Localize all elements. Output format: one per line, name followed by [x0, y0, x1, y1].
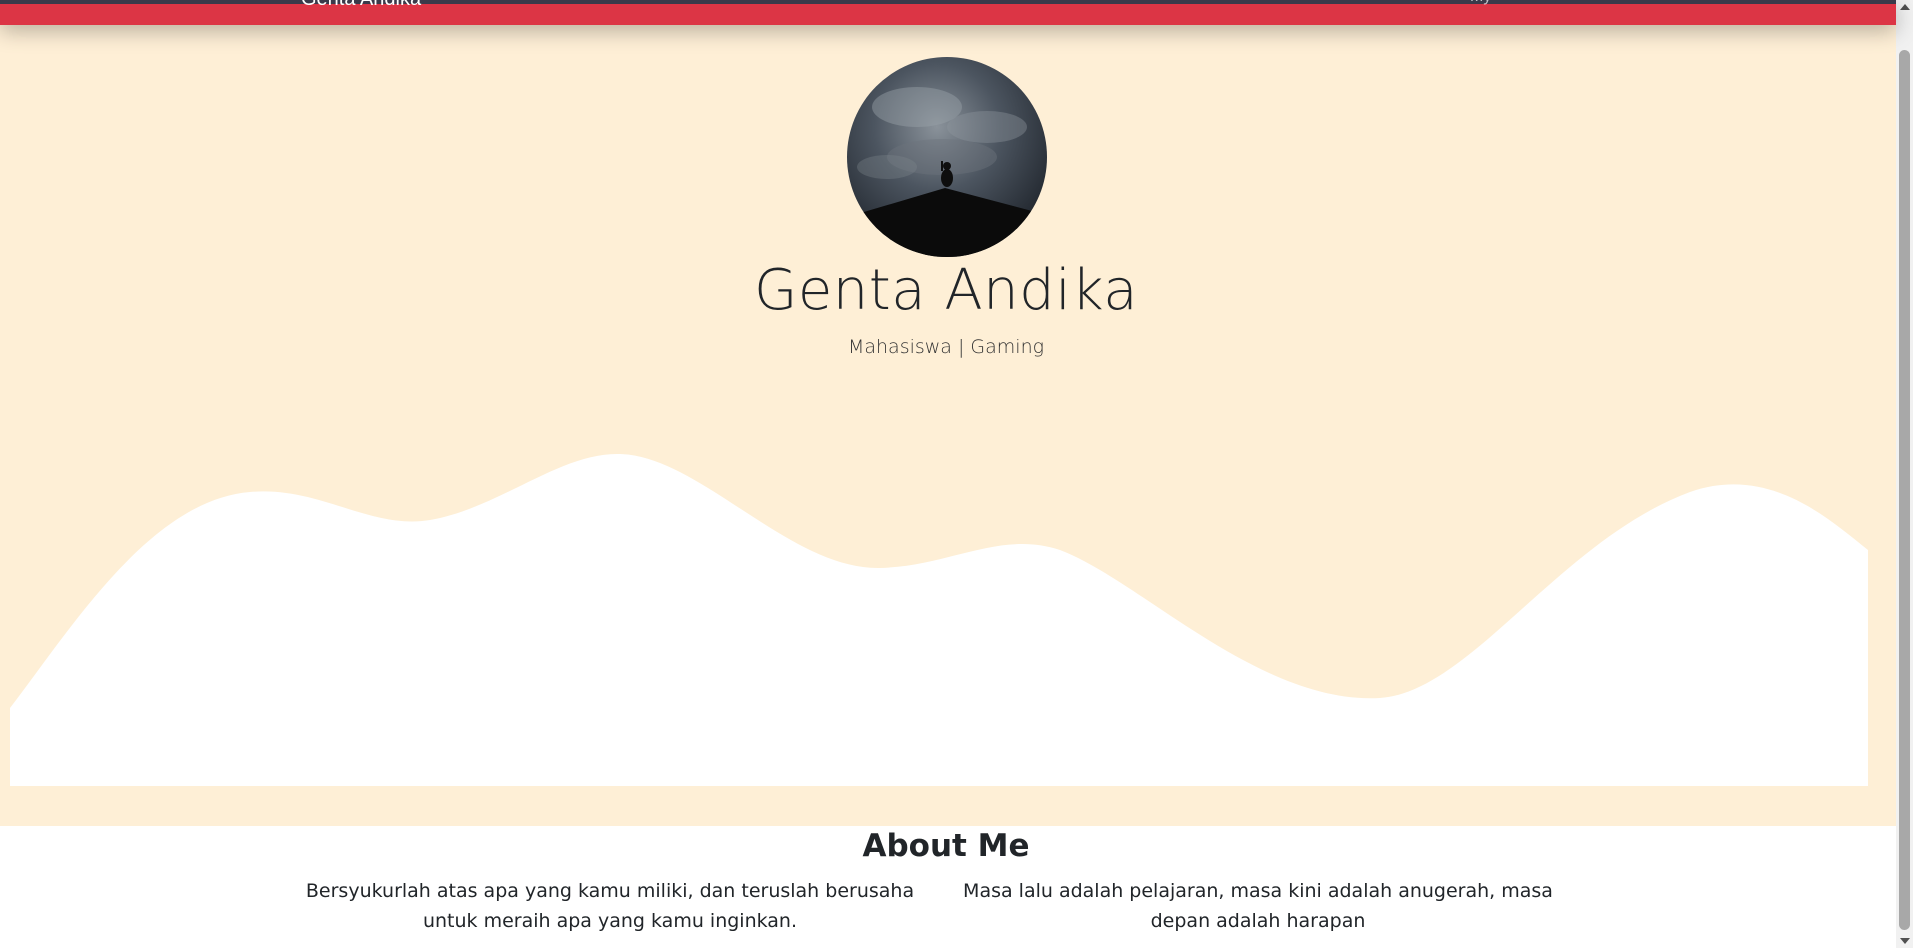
hero-subtitle: Mahasiswa | Gaming [847, 336, 1045, 358]
scrollbar-thumb[interactable] [1899, 50, 1910, 930]
page: Genta Andika Mahasiswa | Gaming Genta An… [0, 0, 1913, 948]
hero-section: Genta Andika Mahasiswa | Gaming [0, 0, 1896, 826]
navbar-link[interactable]: My [1470, 0, 1491, 6]
scroll-up-arrow-icon[interactable] [1900, 4, 1910, 10]
navbar: Genta Andika My [0, 0, 1896, 25]
about-paragraph-left: Bersyukurlah atas apa yang kamu miliki, … [305, 880, 915, 932]
about-paragraph-right: Masa lalu adalah pelajaran, masa kini ad… [963, 880, 1553, 932]
scroll-down-arrow-icon[interactable] [1900, 938, 1910, 944]
hero-name: Genta Andika [753, 258, 1139, 323]
avatar-image [847, 57, 1047, 257]
about-heading: About Me [862, 828, 1030, 864]
profile-avatar [847, 57, 1047, 257]
navbar-brand[interactable]: Genta Andika [301, 0, 421, 11]
about-section: About Me Bersyukurlah atas apa yang kamu… [0, 826, 1896, 948]
vertical-scrollbar[interactable] [1896, 0, 1913, 948]
navbar-top-edge [0, 0, 1896, 4]
wave-divider [10, 453, 1868, 786]
